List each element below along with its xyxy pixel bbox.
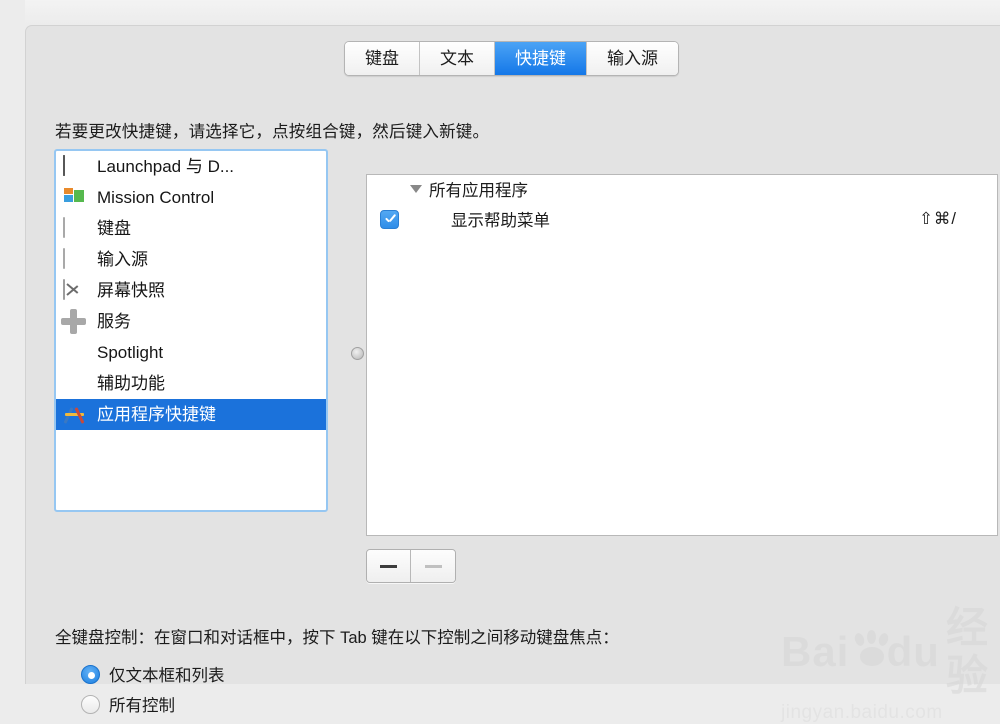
radio-option-text-boxes-and-lists[interactable]: 仅文本框和列表 [81, 662, 225, 686]
mission-control-icon [63, 187, 87, 209]
paw-print-icon [851, 630, 891, 673]
table-row[interactable]: 显示帮助菜单 ⇧⌘/ [367, 203, 997, 235]
baidu-jingyan-watermark: Bai du 经验 jingyan.baidu.com [781, 604, 1000, 723]
radio-label: 仅文本框和列表 [109, 667, 225, 685]
services-gear-icon [63, 311, 87, 333]
accessibility-icon [63, 371, 87, 395]
shortcut-name: 显示帮助菜单 [451, 212, 550, 230]
sidebar-item-input-source[interactable]: 输入源 [56, 244, 326, 275]
shortcut-group-label: 所有应用程序 [429, 182, 528, 200]
input-source-icon [63, 247, 87, 271]
watermark-text-bai: Bai [781, 628, 850, 675]
sidebar-item-keyboard[interactable]: 键盘 [56, 213, 326, 244]
add-shortcut-button[interactable] [367, 550, 411, 582]
sidebar-item-label: 键盘 [97, 219, 131, 238]
sidebar-item-mission-control[interactable]: Mission Control [56, 182, 326, 213]
sidebar-item-label: 辅助功能 [97, 374, 165, 393]
sidebar-item-accessibility[interactable]: 辅助功能 [56, 368, 326, 399]
radio-option-all-controls[interactable]: 所有控制 [81, 692, 175, 716]
window-left-strip [0, 0, 25, 684]
tab-shortcuts[interactable]: 快捷键 [495, 42, 587, 75]
radio-button[interactable] [81, 694, 100, 714]
sidebar-item-screenshot[interactable]: 屏幕快照 [56, 275, 326, 306]
radio-label: 所有控制 [109, 697, 175, 715]
remove-shortcut-button[interactable] [411, 550, 455, 582]
sidebar-item-app-shortcuts[interactable]: 应用程序快捷键 [56, 399, 326, 430]
sidebar-item-spotlight[interactable]: Spotlight [56, 337, 326, 368]
watermark-url: jingyan.baidu.com [781, 702, 943, 723]
shortcut-group-header[interactable]: 所有应用程序 [367, 175, 997, 203]
watermark-logo: Bai du 经验 [781, 604, 1000, 700]
radio-button[interactable] [81, 664, 100, 684]
shortcut-key-combo[interactable]: ⇧⌘/ [919, 209, 957, 229]
shortcut-enabled-checkbox[interactable] [380, 209, 399, 229]
tab-keyboard[interactable]: 键盘 [345, 42, 420, 75]
tab-bar: 键盘 文本 快捷键 输入源 [344, 41, 679, 76]
shortcut-category-list[interactable]: Launchpad 与 D... Mission Control 键盘 输入源 … [54, 149, 328, 512]
sidebar-item-label: 应用程序快捷键 [97, 405, 216, 424]
shortcut-detail-list[interactable]: 所有应用程序 显示帮助菜单 ⇧⌘/ [366, 174, 998, 536]
keyboard-icon [63, 216, 87, 240]
sidebar-item-services[interactable]: 服务 [56, 306, 326, 337]
minus-icon [424, 564, 442, 568]
watermark-text-jingyan: 经验 [945, 604, 989, 699]
window-top-strip [0, 0, 1000, 25]
sidebar-item-label: 服务 [97, 312, 131, 331]
tab-text[interactable]: 文本 [420, 42, 495, 75]
list-add-remove-buttons [366, 549, 456, 583]
chevron-down-icon[interactable] [410, 185, 422, 193]
watermark-text-du: du [886, 628, 940, 675]
screenshot-icon [63, 278, 87, 302]
system-preferences-window: 键盘 文本 快捷键 输入源 若要更改快捷键，请选择它，点按组合键，然后键入新键。… [25, 25, 1000, 723]
sidebar-item-launchpad-dock[interactable]: Launchpad 与 D... [56, 151, 326, 182]
app-shortcuts-icon [63, 404, 87, 426]
sidebar-item-label: 屏幕快照 [97, 281, 165, 300]
split-resize-grip[interactable] [351, 347, 364, 360]
plus-icon [380, 558, 397, 575]
full-keyboard-access-label: 全键盘控制：在窗口和对话框中，按下 Tab 键在以下控制之间移动键盘焦点： [55, 629, 619, 647]
sidebar-item-label: Launchpad 与 D... [97, 157, 235, 176]
spotlight-icon [63, 342, 87, 364]
sidebar-item-label: Mission Control [97, 188, 215, 207]
tab-input-sources[interactable]: 输入源 [587, 42, 678, 75]
sidebar-item-label: Spotlight [97, 343, 164, 362]
launchpad-dock-icon [63, 154, 87, 178]
instruction-text: 若要更改快捷键，请选择它，点按组合键，然后键入新键。 [55, 123, 490, 141]
sidebar-item-label: 输入源 [97, 250, 148, 269]
